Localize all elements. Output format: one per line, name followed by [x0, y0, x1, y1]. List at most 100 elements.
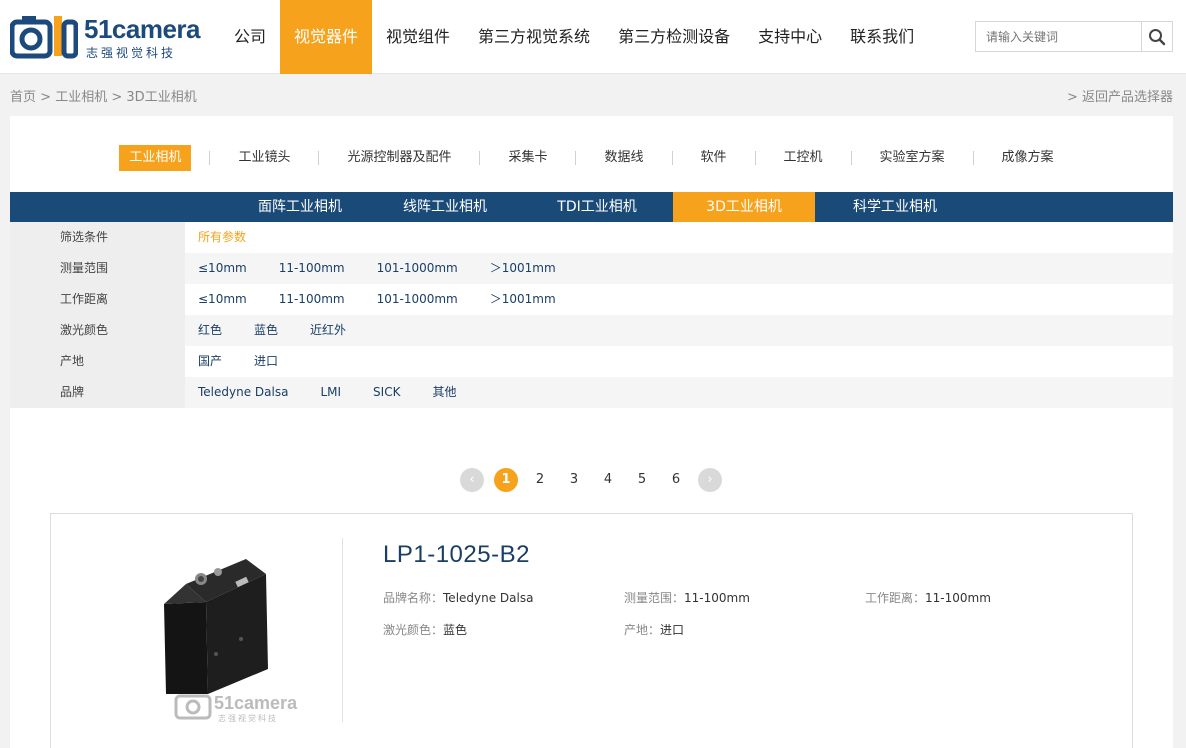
pagination: ‹ 1 2 3 4 5 6 › [460, 468, 722, 492]
category-lab-solution[interactable]: 实验室方案 [870, 145, 955, 171]
filter-label: 工作距离 [10, 284, 185, 315]
spec-origin: 产地：进口 [624, 623, 685, 637]
divider [850, 151, 852, 165]
product-title[interactable]: LP1-1025-B2 [383, 541, 530, 569]
category-frame-grabber[interactable]: 采集卡 [498, 145, 557, 171]
filter-row-brand: 品牌 Teledyne Dalsa LMI SICK 其他 [10, 377, 1173, 408]
filter-option[interactable]: Teledyne Dalsa [198, 377, 288, 408]
breadcrumb-level2[interactable]: 3D工业相机 [126, 90, 196, 105]
filter-option[interactable]: 红色 [198, 315, 222, 346]
filter-option[interactable]: ＞1001mm [490, 284, 556, 315]
category-imaging-solution[interactable]: 成像方案 [992, 145, 1064, 171]
filter-option[interactable]: 蓝色 [254, 315, 278, 346]
spec-measure-range: 测量范围：11-100mm [624, 591, 750, 605]
spec-working-distance: 工作距离：11-100mm [865, 591, 991, 605]
site-header: 51camera 志强视觉科技 公司 视觉器件 视觉组件 第三方视觉系统 第三方… [0, 0, 1186, 74]
logo-subtitle: 志强视觉科技 [86, 46, 177, 60]
filter-option[interactable]: 进口 [254, 346, 278, 377]
filter-option[interactable]: 101-1000mm [377, 284, 458, 315]
filter-all-params[interactable]: 所有参数 [198, 222, 246, 253]
filter-option[interactable]: 国产 [198, 346, 222, 377]
divider [754, 151, 756, 165]
divider [342, 538, 343, 722]
category-bar: 工业相机 工业镜头 光源控制器及配件 采集卡 数据线 软件 工控机 实验室方案 … [10, 145, 1173, 171]
logo-text: 51camera [84, 14, 201, 44]
category-industrial-lens[interactable]: 工业镜头 [228, 145, 300, 171]
breadcrumb-sep: > [40, 90, 52, 105]
filter-option[interactable]: ≤10mm [198, 253, 247, 284]
page-3[interactable]: 3 [562, 468, 586, 492]
filter-label: 产地 [10, 346, 185, 377]
search-button[interactable] [1141, 22, 1172, 51]
subcategory-3d-camera[interactable]: 3D工业相机 [673, 192, 815, 222]
filter-row-conditions: 筛选条件 所有参数 [10, 222, 1173, 253]
filter-row-laser-color: 激光颜色 红色 蓝色 近红外 [10, 315, 1173, 346]
category-software[interactable]: 软件 [691, 145, 737, 171]
page-6[interactable]: 6 [664, 468, 688, 492]
filter-option[interactable]: 101-1000mm [377, 253, 458, 284]
search-icon [1149, 28, 1166, 45]
category-industrial-camera[interactable]: 工业相机 [119, 145, 192, 171]
nav-item-vision-components[interactable]: 视觉组件 [372, 0, 464, 74]
prev-page-button[interactable]: ‹ [460, 468, 484, 492]
nav-item-support[interactable]: 支持中心 [744, 0, 836, 74]
divider [575, 151, 577, 165]
filter-option[interactable]: SICK [373, 377, 400, 408]
filter-label: 筛选条件 [10, 222, 185, 253]
product-card[interactable]: 51camera 志强视觉科技 LP1-1025-B2 品牌名称：Teledyn… [50, 513, 1133, 748]
nav-item-third-party-inspection[interactable]: 第三方检测设备 [604, 0, 744, 74]
filter-option[interactable]: 11-100mm [279, 284, 345, 315]
subcategory-scientific-camera[interactable]: 科学工业相机 [825, 192, 965, 222]
filter-row-measure-range: 测量范围 ≤10mm 11-100mm 101-1000mm ＞1001mm [10, 253, 1173, 284]
page-5[interactable]: 5 [630, 468, 654, 492]
main-nav: 公司 视觉器件 视觉组件 第三方视觉系统 第三方检测设备 支持中心 联系我们 [220, 0, 928, 74]
spec-brand: 品牌名称：Teledyne Dalsa [383, 591, 534, 605]
breadcrumb-sep: > [111, 90, 123, 105]
breadcrumb: 首页 > 工业相机 > 3D工业相机 [10, 86, 197, 105]
camera-logo-icon [10, 16, 78, 59]
filter-option[interactable]: 近红外 [310, 315, 346, 346]
subcategory-line-camera[interactable]: 线阵工业相机 [375, 192, 515, 222]
filter-label: 测量范围 [10, 253, 185, 284]
subcategory-tdi-camera[interactable]: TDI工业相机 [527, 192, 667, 222]
divider [318, 151, 320, 165]
page-2[interactable]: 2 [528, 468, 552, 492]
category-light-controller[interactable]: 光源控制器及配件 [337, 145, 461, 171]
divider [479, 151, 481, 165]
filter-option[interactable]: 其他 [432, 377, 456, 408]
nav-item-third-party-vision[interactable]: 第三方视觉系统 [464, 0, 604, 74]
search-input[interactable] [976, 22, 1142, 51]
product-image[interactable]: 51camera 志强视觉科技 [156, 544, 316, 724]
filter-label: 激光颜色 [10, 315, 185, 346]
divider [671, 151, 673, 165]
filter-label: 品牌 [10, 377, 185, 408]
spec-laser-color: 激光颜色：蓝色 [383, 623, 468, 637]
watermark-text: 51camera [214, 693, 298, 713]
category-ipc[interactable]: 工控机 [774, 145, 833, 171]
product-selector-panel: 工业相机 工业镜头 光源控制器及配件 采集卡 数据线 软件 工控机 实验室方案 … [10, 116, 1173, 748]
filter-row-origin: 产地 国产 进口 [10, 346, 1173, 377]
watermark-subtext: 志强视觉科技 [218, 713, 278, 723]
page-1[interactable]: 1 [494, 468, 518, 492]
filter-option[interactable]: ＞1001mm [490, 253, 556, 284]
nav-item-vision-devices[interactable]: 视觉器件 [280, 0, 373, 74]
filter-table: 筛选条件 所有参数 测量范围 ≤10mm 11-100mm 101-1000mm… [10, 222, 1173, 408]
nav-item-contact[interactable]: 联系我们 [836, 0, 928, 74]
back-to-selector-link[interactable]: > 返回产品选择器 [1067, 86, 1173, 105]
search-box [975, 21, 1173, 52]
breadcrumb-home[interactable]: 首页 [10, 90, 36, 105]
category-cable[interactable]: 数据线 [594, 145, 653, 171]
divider [209, 151, 211, 165]
filter-option[interactable]: LMI [320, 377, 341, 408]
site-logo[interactable]: 51camera 志强视觉科技 [10, 10, 201, 62]
subcategory-bar: 面阵工业相机 线阵工业相机 TDI工业相机 3D工业相机 科学工业相机 [10, 192, 1173, 222]
divider [972, 151, 974, 165]
filter-option[interactable]: 11-100mm [279, 253, 345, 284]
filter-row-working-distance: 工作距离 ≤10mm 11-100mm 101-1000mm ＞1001mm [10, 284, 1173, 315]
filter-option[interactable]: ≤10mm [198, 284, 247, 315]
subcategory-area-camera[interactable]: 面阵工业相机 [230, 192, 370, 222]
breadcrumb-level1[interactable]: 工业相机 [55, 90, 107, 105]
page-4[interactable]: 4 [596, 468, 620, 492]
next-page-button[interactable]: › [698, 468, 722, 492]
nav-item-company[interactable]: 公司 [220, 0, 280, 74]
